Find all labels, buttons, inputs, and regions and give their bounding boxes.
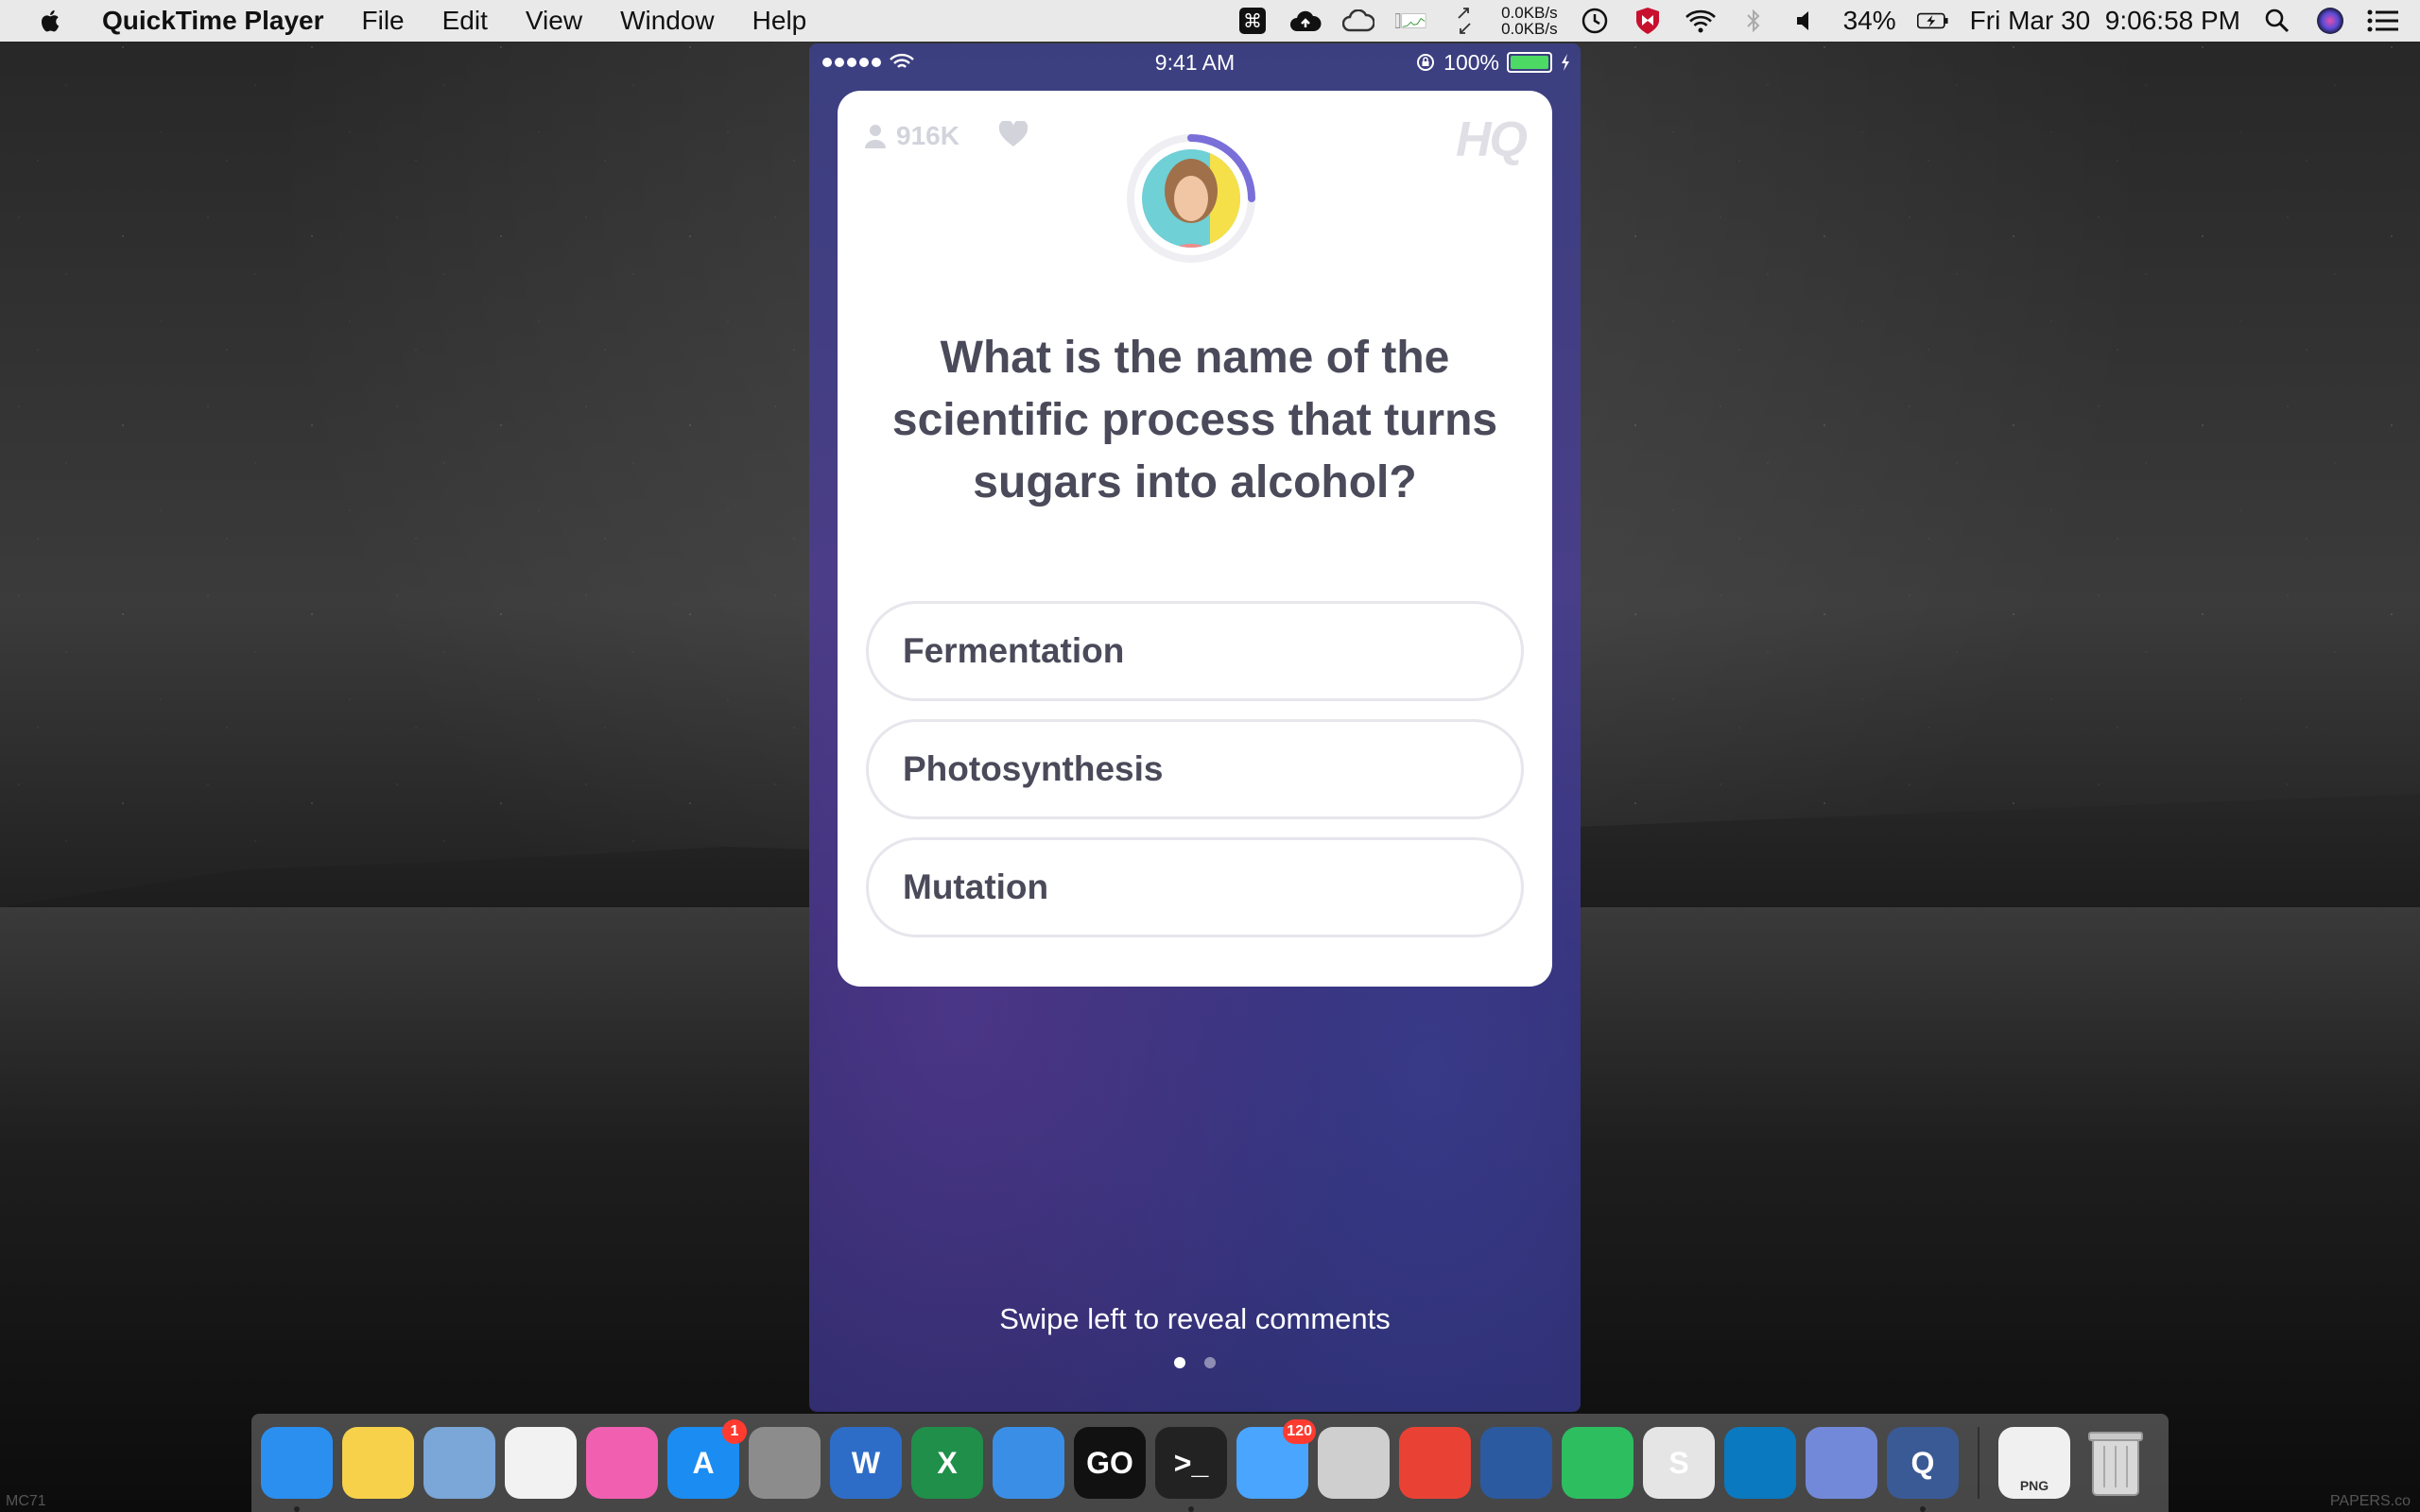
running-indicator	[1188, 1506, 1194, 1512]
heart-icon[interactable]	[998, 121, 1028, 147]
wallpaper-watermark-right: PAPERS.co	[2329, 1493, 2411, 1509]
evernote-icon[interactable]	[1562, 1427, 1634, 1499]
spotlight-search-icon[interactable]	[2261, 7, 2293, 35]
running-indicator	[294, 1506, 300, 1512]
apple-menu-icon[interactable]	[38, 8, 64, 34]
question-text: What is the name of the scientific proce…	[891, 333, 1498, 507]
page-dot-1[interactable]	[1174, 1357, 1185, 1368]
viewer-count: 916K	[864, 121, 959, 151]
notification-center-icon[interactable]	[2367, 7, 2399, 35]
virtualbox-icon[interactable]	[1480, 1427, 1552, 1499]
dock-app-glyph: >_	[1173, 1445, 1209, 1480]
chrome-icon[interactable]	[1399, 1427, 1471, 1499]
question-card: 916K HQ What is the name of the scientif…	[838, 91, 1552, 987]
clock-datetime[interactable]: Fri Mar 30 9:06:58 PM	[1970, 6, 2240, 36]
page-indicator[interactable]	[809, 1357, 1581, 1368]
cloud-upload-icon[interactable]	[1289, 7, 1322, 35]
command-key-icon[interactable]: ⌘	[1236, 7, 1269, 35]
siri-icon[interactable]	[2314, 7, 2346, 35]
hq-logo: HQ	[1456, 112, 1528, 167]
system-preferences-icon[interactable]	[749, 1427, 821, 1499]
screenshot-icon[interactable]	[1318, 1427, 1390, 1499]
menu-bar: QuickTime Player File Edit View Window H…	[0, 0, 2420, 42]
time-machine-icon[interactable]	[1579, 7, 1611, 35]
network-up-speed: 0.0KB/s	[1501, 4, 1558, 22]
messages-icon[interactable]: 120	[1236, 1419, 1316, 1499]
answer-option-2[interactable]: Photosynthesis	[866, 719, 1524, 819]
trello-icon[interactable]	[1724, 1427, 1796, 1499]
bluetooth-icon[interactable]	[1737, 7, 1770, 35]
activity-graph-icon[interactable]	[1395, 7, 1427, 35]
dock-app-glyph: W	[851, 1445, 881, 1480]
page-dot-2[interactable]	[1204, 1357, 1216, 1368]
png-stack-icon[interactable]: PNG	[1998, 1427, 2070, 1499]
dock-separator	[1978, 1427, 1979, 1499]
network-arrows-icon	[1448, 7, 1480, 35]
volume-icon[interactable]	[1790, 7, 1823, 35]
viewer-count-text: 916K	[896, 121, 959, 150]
discord-icon[interactable]	[1806, 1427, 1877, 1499]
mcafee-shield-icon[interactable]	[1632, 7, 1664, 35]
swipe-hint: Swipe left to reveal comments	[999, 1302, 1391, 1335]
png-stack-label: PNG	[2019, 1478, 2049, 1493]
photos-icon[interactable]	[505, 1427, 577, 1499]
battery-charging-icon[interactable]	[1916, 7, 1949, 35]
notification-badge: 1	[722, 1419, 747, 1444]
ios-battery-icon	[1507, 52, 1552, 73]
menu-edit[interactable]: Edit	[442, 6, 488, 36]
answer-list: Fermentation Photosynthesis Mutation	[866, 601, 1524, 955]
answer-option-3[interactable]: Mutation	[866, 837, 1524, 937]
quicktime-icon[interactable]: Q	[1887, 1427, 1959, 1512]
word-icon[interactable]: W	[830, 1427, 902, 1499]
menu-view[interactable]: View	[526, 6, 582, 36]
running-indicator	[1920, 1506, 1926, 1512]
answer-option-1[interactable]: Fermentation	[866, 601, 1524, 701]
battery-percent[interactable]: 34%	[1843, 6, 1896, 36]
svg-text:⌘: ⌘	[1243, 9, 1262, 32]
menu-file[interactable]: File	[362, 6, 405, 36]
wallpaper-watermark-left: MC71	[6, 1493, 46, 1509]
menu-help[interactable]: Help	[752, 6, 807, 36]
dock-app-glyph: GO	[1086, 1445, 1133, 1480]
ios-status-bar: 9:41 AM 100%	[809, 43, 1581, 81]
network-speed: 0.0KB/s 0.0KB/s	[1501, 5, 1558, 37]
notification-badge: 120	[1283, 1419, 1316, 1444]
excel-icon[interactable]: X	[911, 1427, 983, 1499]
network-down-speed: 0.0KB/s	[1501, 20, 1558, 38]
trash-icon[interactable]	[2080, 1427, 2152, 1499]
quicktime-phone-window[interactable]: 9:41 AM 100% 916K HQ What is the name of…	[809, 43, 1581, 1412]
dock-app-glyph: X	[937, 1445, 958, 1480]
terminal-icon[interactable]: >_	[1155, 1427, 1227, 1512]
itunes-icon[interactable]	[586, 1427, 658, 1499]
notes-icon[interactable]	[342, 1427, 414, 1499]
person-icon	[865, 125, 886, 148]
scrivener-icon[interactable]: S	[1643, 1427, 1715, 1499]
xcode-icon[interactable]	[993, 1427, 1064, 1499]
preview-icon[interactable]	[424, 1427, 495, 1499]
dock-app-glyph: A	[692, 1445, 715, 1480]
creative-cloud-icon[interactable]	[1342, 7, 1375, 35]
finder-icon[interactable]	[261, 1427, 333, 1512]
host-avatar-timer	[1127, 134, 1255, 263]
app-store-icon[interactable]: A1	[667, 1419, 747, 1499]
menu-app-name[interactable]: QuickTime Player	[102, 6, 324, 36]
goland-icon[interactable]: GO	[1074, 1427, 1146, 1499]
wifi-icon[interactable]	[1685, 7, 1717, 35]
menu-extras: ⌘ 0.0KB/s 0.0KB/s 34% Fri Mar 30 9:06:58…	[1236, 5, 2399, 37]
dock-app-glyph: Q	[1910, 1445, 1935, 1480]
menu-window[interactable]: Window	[620, 6, 715, 36]
ios-time: 9:41 AM	[1154, 49, 1236, 75]
dock-app-glyph: S	[1668, 1445, 1689, 1480]
dock: A 1 W X GO >_ 120 S Q PNG	[251, 1414, 2169, 1512]
